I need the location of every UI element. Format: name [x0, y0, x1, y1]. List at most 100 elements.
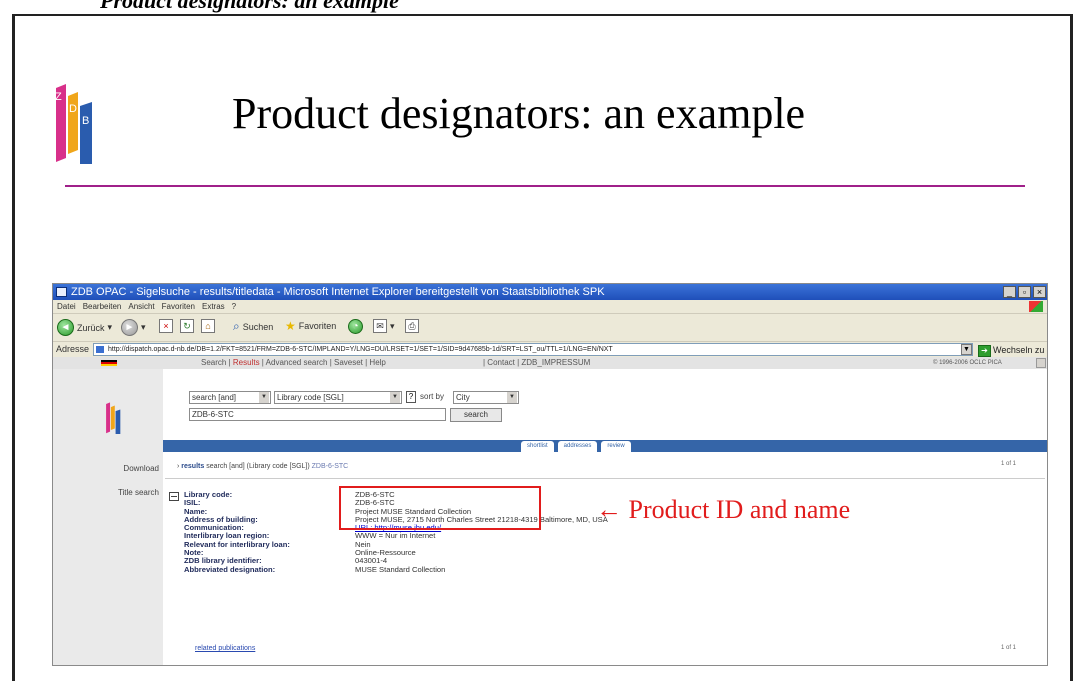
go-arrow-icon: ➔: [978, 344, 991, 357]
tab-review[interactable]: review: [601, 441, 631, 452]
nav-contact[interactable]: | Contact | ZDB_IMPRESSUM: [483, 357, 590, 369]
field-label: Name:: [184, 507, 208, 516]
field-label: Interlibrary loan region:: [184, 532, 270, 541]
toolbar: ◄ Zurück ▾ ► ▾ × ↻ ⌂ ⌕ Suchen ★ Favorite…: [53, 313, 1047, 341]
field-label: Communication:: [184, 524, 244, 533]
opac-page: Search | Results | Advanced search | Sav…: [53, 357, 1047, 665]
back-button[interactable]: ◄ Zurück ▾: [57, 319, 112, 336]
mail-button[interactable]: ✉ ▾: [373, 319, 395, 333]
record-row: Relevant for interlibrary loan: Nein: [184, 540, 834, 549]
slide-title: Product designators: an example: [232, 89, 806, 138]
slide-frame-top: [12, 14, 1073, 16]
menu-bearbeiten[interactable]: Bearbeiten: [83, 300, 122, 313]
search-mode-select[interactable]: search [and]: [189, 391, 271, 404]
menu-bar: Datei Bearbeiten Ansicht Favoriten Extra…: [53, 300, 1047, 313]
annotation-label: ← Product ID and name: [596, 495, 851, 524]
sort-label: sort by: [420, 392, 445, 401]
go-button[interactable]: ➔ Wechseln zu: [978, 343, 1044, 358]
close-button[interactable]: ×: [1033, 286, 1046, 298]
opac-top-nav: Search | Results | Advanced search | Sav…: [201, 358, 386, 367]
star-icon: ★: [285, 319, 296, 333]
opac-left-column: Download Title search: [53, 369, 163, 665]
svg-text:Z: Z: [55, 91, 62, 103]
title-divider: [65, 185, 1025, 187]
menu-ansicht[interactable]: Ansicht: [128, 300, 154, 313]
home-button[interactable]: ⌂: [201, 319, 215, 333]
record-row: Note: Online-Ressource: [184, 549, 834, 557]
left-arrow-icon: ←: [596, 495, 622, 524]
history-icon: ◔: [348, 319, 363, 334]
zdb-logo: Z D B: [55, 84, 92, 164]
menu-extras[interactable]: Extras: [202, 300, 225, 313]
nav-other-links[interactable]: | Advanced search | Saveset | Help: [260, 358, 386, 367]
forward-arrow-icon: ►: [121, 319, 138, 336]
window-title: ZDB OPAC - Sigelsuche - results/titledat…: [71, 286, 605, 298]
search-input[interactable]: ZDB-6-STC: [189, 408, 446, 421]
record-row: Abbreviated designation: MUSE Standard Co…: [184, 564, 834, 574]
svg-text:D: D: [69, 103, 77, 115]
page-count-top: 1 of 1: [1001, 461, 1017, 467]
menu-favoriten[interactable]: Favoriten: [162, 300, 195, 313]
svg-text:B: B: [82, 115, 89, 127]
address-bar: Adresse http://dispatch.opac.d-nb.de/DB=…: [53, 341, 1047, 358]
back-arrow-icon: ◄: [57, 319, 74, 336]
tab-addresses[interactable]: addresses: [557, 441, 598, 452]
nav-results[interactable]: Results: [233, 358, 260, 367]
result-tabs: shortlist addresses review: [521, 441, 635, 452]
record-row: ZDB library identifier: 043001-4: [184, 557, 834, 565]
mail-icon: ✉: [373, 319, 387, 333]
index-select[interactable]: Library code [SGL]: [274, 391, 402, 404]
search-submit-button[interactable]: search: [450, 408, 502, 422]
favorites-button[interactable]: ★ Favoriten: [285, 319, 336, 333]
field-label: Library code:: [184, 491, 233, 499]
stop-button[interactable]: ×: [159, 319, 173, 333]
maximize-button[interactable]: ▫: [1018, 286, 1031, 298]
print-icon: ⎙: [405, 319, 419, 333]
nav-search[interactable]: Search: [201, 358, 226, 367]
home-icon: ⌂: [201, 319, 215, 333]
help-question-icon[interactable]: ?: [406, 391, 416, 403]
german-flag-icon[interactable]: [101, 360, 117, 366]
field-label: Address of building:: [184, 515, 258, 524]
windows-flag-icon: [1029, 301, 1043, 312]
address-input[interactable]: http://dispatch.opac.d-nb.de/DB=1.2/FKT=…: [93, 343, 973, 356]
menu-help[interactable]: ?: [232, 300, 236, 313]
search-button[interactable]: ⌕ Suchen: [233, 319, 273, 334]
sidebar-item-download[interactable]: Download: [81, 464, 159, 473]
history-button[interactable]: ◔: [348, 319, 363, 334]
window-titlebar: ZDB OPAC - Sigelsuche - results/titledat…: [53, 284, 1047, 300]
field-label: ZDB library identifier:: [184, 557, 262, 566]
refresh-button[interactable]: ↻: [180, 319, 194, 333]
menu-datei[interactable]: Datei: [57, 300, 76, 313]
slide-frame-left: [12, 14, 15, 681]
search-icon: ⌕: [233, 319, 240, 333]
stop-icon: ×: [159, 319, 173, 333]
minimize-button[interactable]: _: [1003, 286, 1016, 298]
results-divider: [165, 478, 1045, 479]
opac-top-bar: Search | Results | Advanced search | Sav…: [53, 357, 1047, 369]
print-button[interactable]: ⎙: [405, 319, 419, 333]
results-summary: › results search [and] (Library code [SG…: [177, 463, 349, 470]
browser-screenshot: ZDB OPAC - Sigelsuche - results/titledat…: [52, 283, 1048, 666]
field-label: ISIL:: [184, 499, 201, 508]
tab-shortlist[interactable]: shortlist: [521, 441, 554, 452]
sort-select[interactable]: City: [453, 391, 519, 404]
record-icon: [169, 492, 179, 501]
window-controls: _ ▫ ×: [1003, 286, 1046, 298]
refresh-icon: ↻: [180, 319, 194, 333]
sidebar-item-title-search[interactable]: Title search: [81, 488, 159, 497]
related-publications-link[interactable]: related publications: [195, 645, 255, 652]
scrollbar-button[interactable]: [1036, 358, 1046, 368]
results-hit-link[interactable]: ZDB-6-STC: [312, 463, 349, 470]
field-value: MUSE Standard Collection: [355, 564, 446, 574]
highlight-box: [339, 486, 541, 530]
slide-header-cut: Product designators: an example: [100, 0, 399, 13]
field-label: Abbreviated designation:: [184, 565, 276, 574]
copyright: © 1996-2006 OCLC PICA: [933, 360, 1002, 366]
address-dropdown-button[interactable]: ▼: [961, 344, 972, 355]
forward-button[interactable]: ► ▾: [121, 319, 146, 336]
field-label: Relevant for interlibrary loan:: [184, 540, 290, 549]
address-label: Adresse: [56, 344, 90, 354]
page-count-bottom: 1 of 1: [1001, 645, 1017, 651]
ie-app-icon: [56, 287, 67, 297]
